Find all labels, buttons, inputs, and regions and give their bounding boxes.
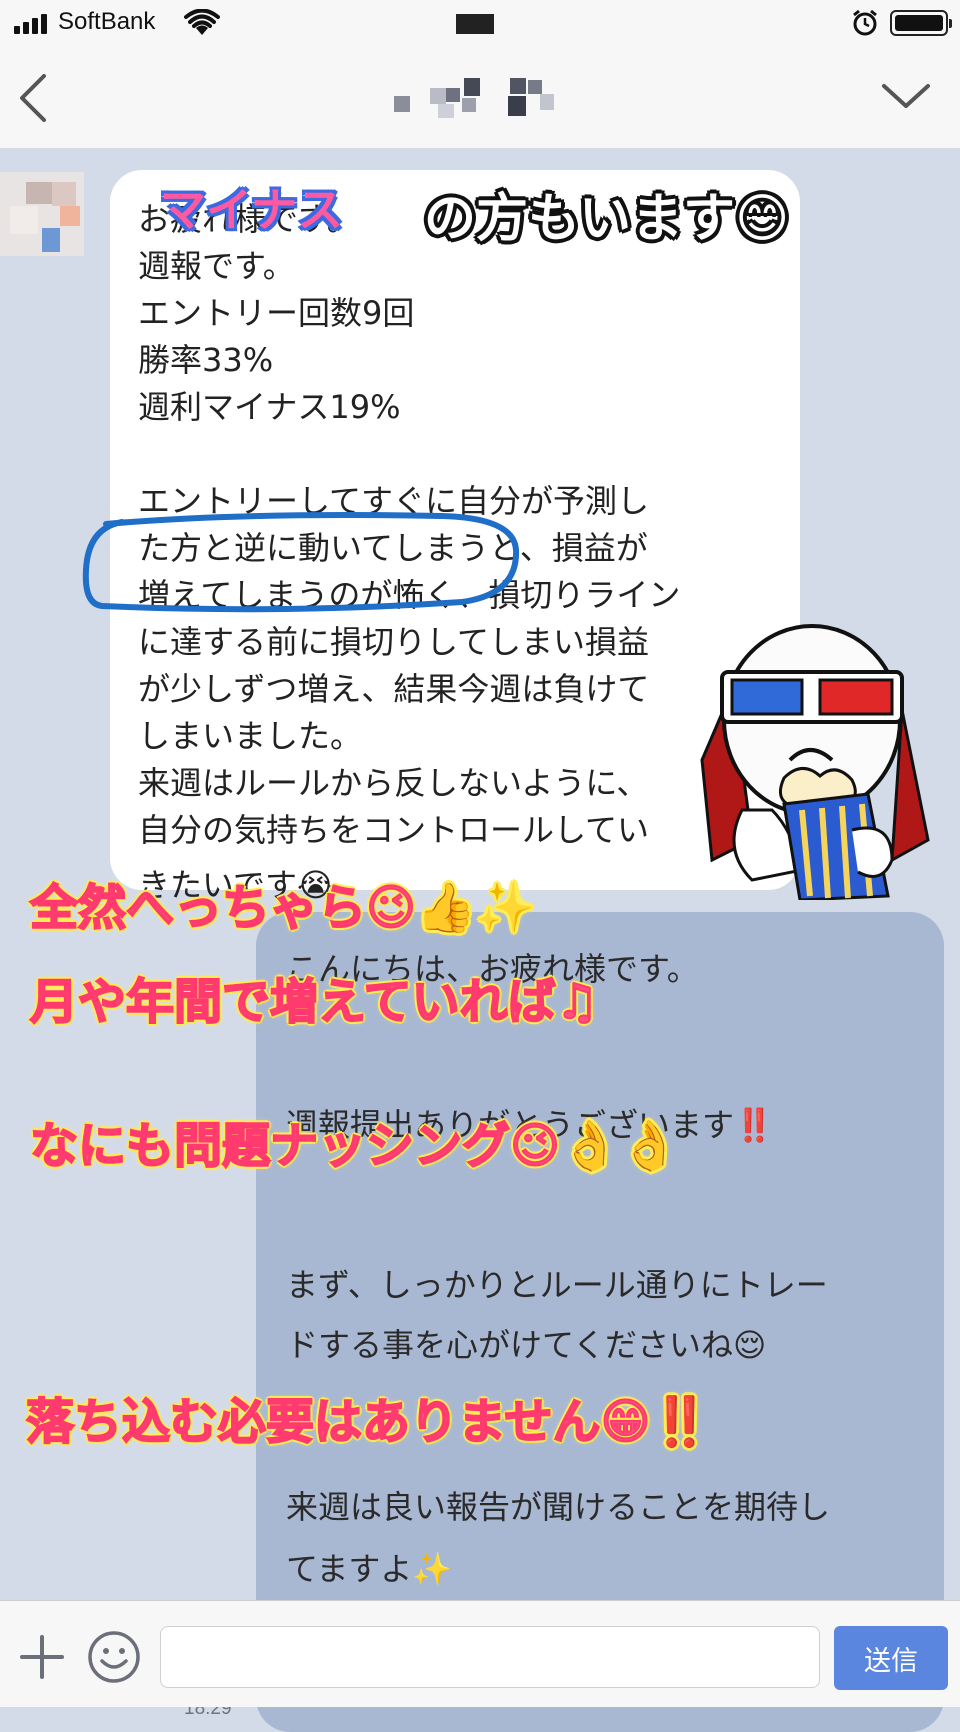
overlay-caption-3: なにも問題ナッシング😉👌👌 <box>29 1117 681 1175</box>
send-button[interactable]: 送信 <box>834 1626 948 1690</box>
message-line: しまいました。 <box>138 717 363 755</box>
plus-icon[interactable] <box>18 1633 66 1681</box>
overlay-caption-1: 全然へっちゃら😉👍✨ <box>29 879 537 937</box>
chat-title-blurred <box>390 74 580 122</box>
carrier-label: SoftBank <box>58 8 156 35</box>
wifi-icon <box>184 9 220 35</box>
message-line: 勝率33% <box>138 341 274 379</box>
input-bar: 送信 <box>0 1600 960 1707</box>
signal-icon <box>14 14 47 34</box>
chat-header <box>0 48 960 149</box>
message-line: エントリー回数9回 <box>138 294 415 332</box>
message-line-blank <box>138 431 772 478</box>
smiley-icon[interactable] <box>86 1629 142 1685</box>
overlay-caption-2: 月や年間で増えていれば♫ <box>29 973 600 1031</box>
message-line: てますよ✨ <box>286 1550 453 1588</box>
alarm-icon <box>853 9 877 36</box>
battery-icon <box>890 10 952 36</box>
message-input[interactable] <box>160 1626 820 1688</box>
message-line: 来週は良い報告が聞けることを期待し <box>286 1488 831 1526</box>
message-line: に達する前に損切りしてしまい損益 <box>138 623 650 661</box>
message-line: が少しずつ増え、結果今週は負けて <box>138 670 650 708</box>
overlay-minus-label: マイナス <box>160 183 344 237</box>
chevron-left-icon[interactable] <box>14 70 54 126</box>
message-line: ドする事を心がけてくださいね😌 <box>286 1326 767 1364</box>
avatar[interactable] <box>0 172 84 256</box>
status-bar: SoftBank <box>0 0 960 48</box>
message-line: 自分の気持ちをコントロールしてい <box>138 811 650 849</box>
overlay-caption-4: 落ち込む必要はありません😁‼️ <box>25 1393 711 1451</box>
3d-glasses-popcorn-sticker <box>700 624 930 900</box>
message-line: 週利マイナス19% <box>138 388 401 426</box>
time-redacted <box>456 14 494 34</box>
highlight-circle-annotation <box>82 512 520 613</box>
overlay-minus-caption: の方もいます😊 <box>424 189 790 249</box>
message-line: 来週はルールから反しないように、 <box>138 764 649 802</box>
chevron-down-icon[interactable] <box>880 80 932 112</box>
message-line: まず、しっかりとルール通りにトレー <box>286 1266 828 1304</box>
